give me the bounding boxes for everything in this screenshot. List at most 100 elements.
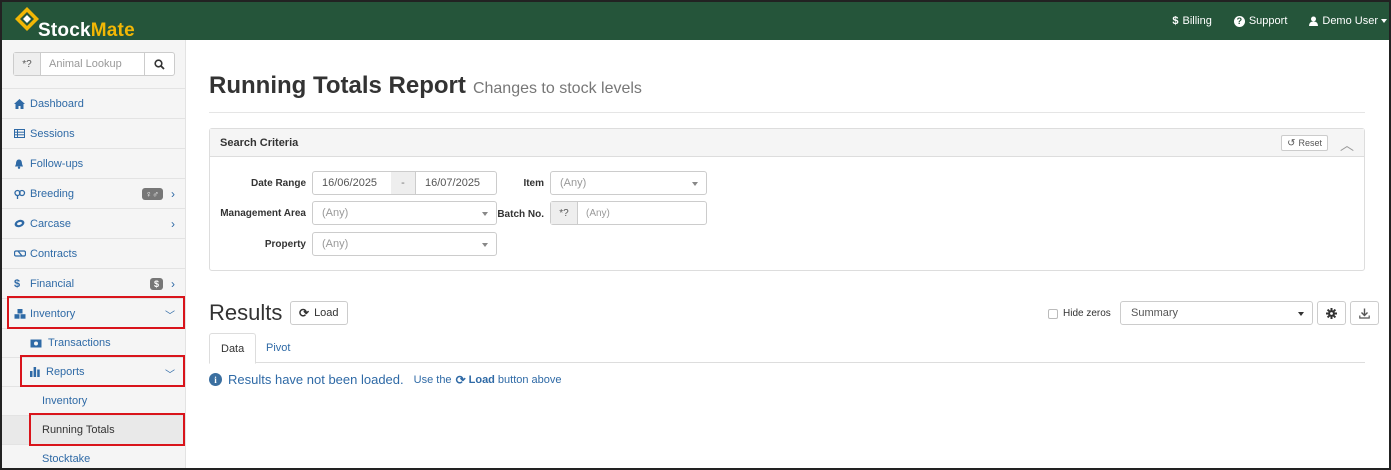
hide-zeros-label: Hide zeros	[1063, 308, 1111, 319]
management-area-select[interactable]: (Any)	[312, 201, 497, 225]
dollar-icon: $	[1172, 15, 1179, 27]
search-criteria-header[interactable]: Search Criteria ↺ Reset ︿	[210, 129, 1364, 157]
info-icon: i	[209, 373, 222, 386]
tab-pivot[interactable]: Pivot	[255, 333, 301, 363]
results-message: i Results have not been loaded. Use the …	[209, 372, 562, 387]
undo-icon: ↺	[1287, 137, 1296, 149]
property-select[interactable]: (Any)	[312, 232, 497, 256]
item-select[interactable]: (Any)	[550, 171, 707, 195]
sidebar-item-label: Breeding	[30, 187, 75, 200]
tab-data[interactable]: Data	[209, 333, 257, 364]
sidebar-item-label: Follow-ups	[30, 157, 84, 170]
hide-zeros-checkbox[interactable]	[1048, 308, 1058, 319]
dropdown-caret-icon	[482, 243, 488, 247]
results-message-use: Use the	[413, 373, 452, 386]
dropdown-caret-icon	[1298, 312, 1304, 316]
management-area-label: Management Area	[220, 208, 306, 219]
sidebar-item-breeding[interactable]: Breeding ♀♂ ›	[2, 178, 185, 208]
breeding-right: ♀♂ ›	[141, 179, 175, 209]
wildcard-prefix: *?	[14, 53, 41, 75]
sidebar-item-sessions[interactable]: Sessions	[2, 118, 185, 148]
sidebar-item-carcase[interactable]: Carcase ›	[2, 208, 185, 238]
reset-button[interactable]: ↺ Reset	[1281, 135, 1328, 151]
results-tabs: Data Pivot	[209, 333, 1365, 364]
sidebar-item-label: Inventory	[42, 395, 88, 407]
logo-mark-icon	[15, 7, 39, 31]
chevron-right-icon: ›	[171, 277, 175, 291]
batch-no-input[interactable]: (Any)	[578, 202, 610, 224]
highlight-reports	[20, 355, 185, 387]
money-icon	[30, 339, 44, 348]
top-nav: $ Billing ? Support Demo User	[1172, 2, 1389, 40]
reset-label: Reset	[1298, 138, 1322, 148]
carcase-right: ›	[171, 209, 175, 239]
results-message-load: Load	[468, 373, 495, 386]
results-title: Results	[209, 300, 283, 325]
results-message-load-link[interactable]: ⟳ Load	[456, 373, 495, 387]
sidebar-item-label: Transactions	[48, 337, 111, 349]
user-icon	[1309, 16, 1319, 26]
download-icon	[1359, 308, 1370, 319]
logo-text-mate: Mate	[90, 20, 135, 41]
animal-lookup-input[interactable]	[41, 53, 144, 75]
animal-lookup-button[interactable]	[144, 53, 174, 75]
download-button[interactable]	[1350, 301, 1379, 325]
highlight-inventory	[7, 296, 185, 329]
main-content: Running Totals Report Changes to stock l…	[187, 40, 1389, 468]
sidebar-item-contracts[interactable]: Contracts	[2, 238, 185, 268]
batch-no-label: Batch No.	[497, 209, 544, 220]
home-icon	[14, 98, 28, 109]
refresh-icon: ⟳	[455, 372, 466, 387]
sidebar-item-financial[interactable]: $ Financial $ ›	[2, 268, 185, 298]
search-criteria-title: Search Criteria	[220, 136, 299, 149]
animal-lookup: *?	[13, 52, 175, 76]
load-button[interactable]: ⟳ Load	[290, 301, 348, 325]
sidebar-item-followups[interactable]: Follow-ups	[2, 148, 185, 178]
table-icon	[14, 129, 28, 138]
sidebar-item-label: Stocktake	[42, 453, 91, 465]
sidebar-item-stocktake[interactable]: Stocktake	[2, 444, 185, 468]
question-circle-icon: ?	[1233, 15, 1245, 27]
user-label: Demo User	[1322, 15, 1378, 27]
app-window: StockMate $ Billing ? Support Demo User …	[0, 0, 1391, 470]
date-from-input[interactable]: 16/06/2025	[312, 171, 392, 195]
results-message-main: Results have not been loaded.	[228, 372, 404, 387]
date-separator: -	[391, 171, 415, 195]
batch-no-input-group: *? (Any)	[550, 201, 707, 225]
chevron-up-icon[interactable]: ︿	[1340, 135, 1354, 155]
property-value: (Any)	[322, 238, 349, 250]
support-label: Support	[1248, 15, 1288, 27]
sidebar-item-report-inventory[interactable]: Inventory	[2, 386, 185, 415]
sidebar-item-label: Dashboard	[30, 97, 84, 110]
divider	[209, 112, 1365, 113]
logo-text: StockMate	[38, 20, 135, 42]
date-to-input[interactable]: 16/07/2025	[415, 171, 497, 195]
view-select-value: Summary	[1131, 307, 1179, 319]
hide-zeros-toggle[interactable]: Hide zeros	[1048, 308, 1111, 319]
view-select[interactable]: Summary	[1120, 301, 1313, 325]
sidebar-item-dashboard[interactable]: Dashboard	[2, 88, 185, 118]
handshake-icon	[14, 249, 28, 258]
gear-icon	[1326, 307, 1337, 319]
sidebar-item-transactions[interactable]: Transactions	[2, 328, 185, 357]
sidebar-item-label: Financial	[30, 277, 75, 290]
top-bar: StockMate $ Billing ? Support Demo User	[2, 2, 1389, 42]
property-label: Property	[264, 239, 306, 250]
billing-link[interactable]: $ Billing	[1172, 15, 1211, 27]
sidebar-item-label: Sessions	[30, 127, 75, 140]
bell-icon	[14, 159, 28, 169]
logo-text-stock: Stock	[38, 20, 91, 41]
billing-label: Billing	[1182, 15, 1212, 27]
wildcard-prefix: *?	[551, 202, 578, 224]
item-value: (Any)	[560, 177, 587, 189]
page-title: Running Totals Report	[209, 72, 466, 99]
sidebar-item-label: Contracts	[30, 247, 78, 260]
settings-button[interactable]	[1317, 301, 1346, 325]
dropdown-caret-icon	[482, 212, 488, 216]
results-message-after: button above	[497, 373, 562, 386]
user-menu[interactable]: Demo User	[1309, 15, 1387, 27]
dropdown-caret-icon	[692, 182, 698, 186]
refresh-icon: ⟳	[299, 306, 310, 320]
support-link[interactable]: ? Support	[1233, 15, 1288, 27]
chevron-right-icon: ›	[171, 187, 175, 201]
